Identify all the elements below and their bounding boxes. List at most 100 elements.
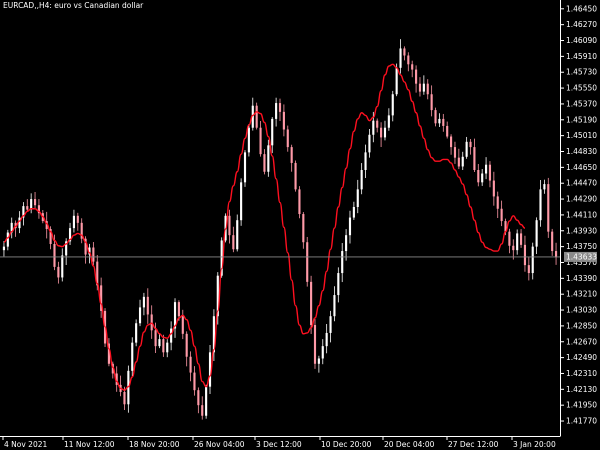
bull-candle (543, 184, 546, 190)
bear-candle (193, 372, 196, 391)
bull-candle (360, 169, 363, 190)
bull-candle (438, 118, 441, 124)
bear-candle (554, 251, 558, 258)
bull-candle (135, 323, 138, 343)
bull-candle (240, 182, 243, 221)
price-tick-label: 1.45910 (566, 52, 597, 61)
bear-candle (298, 189, 301, 215)
bull-candle (481, 173, 484, 183)
bull-candle (158, 339, 161, 347)
time-tick-label: 11 Nov 12:00 (64, 440, 115, 449)
bull-candle (236, 220, 239, 250)
price-tick-label: 1.42850 (566, 321, 597, 330)
bear-candle (146, 296, 149, 315)
price-tick-label: 1.43750 (566, 242, 597, 251)
bear-candle (376, 120, 379, 128)
bear-candle (302, 214, 305, 243)
price-tick-label: 1.45010 (566, 131, 597, 140)
bear-candle (508, 231, 511, 246)
bear-candle (92, 247, 95, 262)
bear-candle (407, 55, 410, 65)
bear-candle (477, 169, 480, 183)
bull-candle (372, 120, 375, 135)
price-tick-label: 1.43210 (566, 290, 597, 299)
bull-candle (539, 189, 542, 221)
bear-candle (519, 233, 523, 245)
bear-candle (527, 265, 530, 274)
bull-candle (387, 115, 390, 128)
bear-candle (150, 314, 153, 331)
bear-candle (310, 281, 313, 326)
bull-candle (30, 199, 33, 210)
bull-candle (356, 189, 359, 207)
bear-candle (290, 147, 293, 163)
bull-candle (352, 206, 355, 218)
time-tick-label: 10 Dec 20:00 (321, 440, 372, 449)
price-tick-label: 1.44110 (566, 210, 597, 219)
bear-candle (162, 339, 165, 353)
bull-candle (131, 342, 134, 371)
bear-candle (450, 136, 453, 148)
bull-candle (267, 145, 270, 172)
bear-candle (434, 110, 437, 124)
bull-candle (72, 215, 75, 229)
candles-layer (2, 39, 558, 420)
bull-candle (345, 235, 348, 252)
bear-candle (294, 162, 297, 190)
bear-candle (403, 48, 406, 56)
bear-candle (306, 242, 309, 282)
time-tick-label: 18 Nov 20:00 (129, 440, 180, 449)
bear-candle (286, 129, 289, 148)
bear-candle (415, 69, 418, 84)
chart-window[interactable]: 1.46450 1.46270 1.46090 1.45910 1.45730 1.455… (0, 0, 600, 450)
bear-candle (496, 196, 499, 209)
bull-candle (337, 273, 340, 296)
bull-candle (364, 152, 367, 170)
price-tick-label: 1.45730 (566, 68, 597, 77)
time-tick-label: 20 Dec 04:00 (384, 440, 435, 449)
bear-candle (33, 199, 37, 206)
bear-candle (446, 125, 449, 137)
price-tick-label: 1.46270 (566, 20, 597, 29)
price-chart[interactable]: 1.46450 1.46270 1.46090 1.45910 1.45730 1.455… (0, 0, 600, 450)
bull-candle (333, 295, 336, 317)
price-tick-label: 1.45370 (566, 99, 597, 108)
price-tick-label: 1.41950 (566, 401, 597, 410)
bull-candle (395, 67, 398, 95)
bear-candle (57, 266, 60, 278)
price-tick-label: 1.46090 (566, 36, 597, 45)
bull-candle (325, 332, 328, 347)
price-tick-label: 1.42490 (566, 353, 597, 362)
bear-candle (453, 147, 457, 158)
bear-candle (457, 157, 460, 167)
bear-candle (255, 105, 258, 128)
bull-candle (465, 141, 468, 157)
bull-candle (391, 94, 394, 116)
price-axis[interactable]: 1.46450 1.46270 1.46090 1.45910 1.45730 1.455… (560, 4, 597, 426)
bear-candle (259, 127, 262, 155)
price-tick-label: 1.43390 (566, 274, 597, 283)
bull-candle (275, 103, 278, 119)
bear-candle (512, 245, 515, 251)
bear-candle (278, 103, 282, 112)
bear-candle (197, 390, 200, 406)
bear-candle (418, 83, 422, 92)
bear-candle (442, 118, 445, 126)
price-tick-label: 1.42130 (566, 385, 597, 394)
bull-candle (271, 118, 274, 146)
bull-candle (368, 134, 371, 153)
bull-candle (138, 307, 142, 324)
bear-candle (380, 127, 383, 138)
time-axis[interactable]: 4 Nov 2021 11 Nov 12:00 18 Nov 20:00 26 Nov… (2, 436, 556, 449)
price-tick-label: 1.42670 (566, 337, 597, 346)
time-tick-label: 3 Dec 12:00 (256, 440, 302, 449)
price-tick-label: 1.41770 (566, 417, 597, 426)
price-tick-label: 1.44650 (566, 163, 597, 172)
bear-candle (500, 208, 503, 222)
bull-candle (399, 48, 402, 68)
bear-candle (488, 164, 492, 181)
price-tick-label: 1.44290 (566, 195, 597, 204)
bull-candle (166, 342, 169, 353)
bull-candle (2, 246, 6, 251)
bear-candle (123, 391, 126, 405)
